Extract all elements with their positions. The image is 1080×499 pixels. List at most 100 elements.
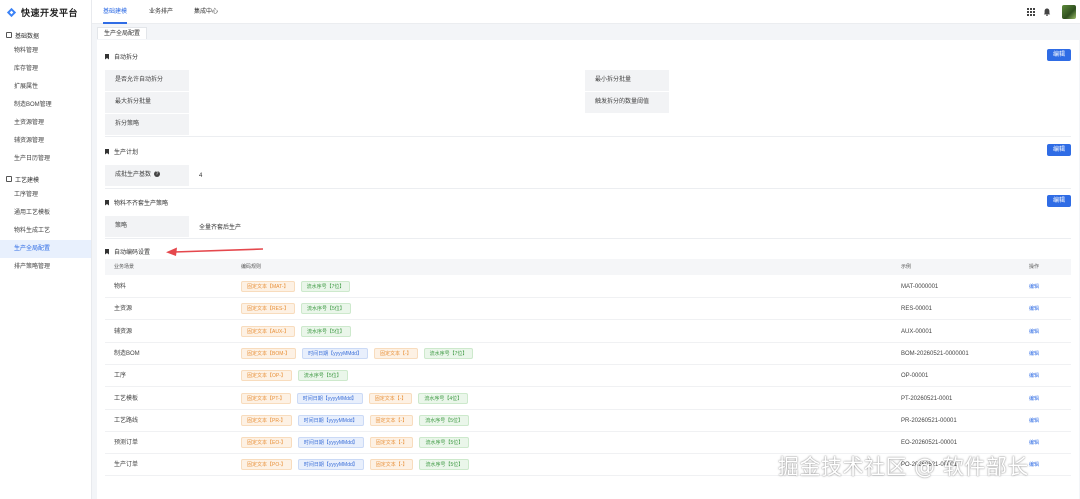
column-header-rule: 编码规则 bbox=[241, 264, 262, 270]
rule-tag: 固定文本【-】 bbox=[373, 347, 418, 359]
cell-example: OP-00001 bbox=[901, 373, 929, 380]
cell-rule-tags: 固定文本【PT-】 时间日期【yyyyMMdd】 固定文本【-】 流水序号【4位】 bbox=[241, 392, 474, 404]
column-header-example: 示例 bbox=[901, 264, 912, 270]
rule-tag: 流水序号【5位】 bbox=[297, 370, 348, 382]
cell-rule-tags: 固定文本【RES-】 流水序号【5位】 bbox=[241, 303, 357, 315]
sidebar-item[interactable]: 生产日历管理 bbox=[0, 150, 91, 168]
top-tab-scheduling[interactable]: 业务排产 bbox=[149, 0, 173, 24]
desc-row-strategy: 拆分策略 bbox=[105, 114, 189, 135]
row-edit-link[interactable]: 编辑 bbox=[1029, 432, 1039, 454]
bookmark-icon bbox=[105, 53, 109, 60]
app-logo[interactable]: 快速开发平台 bbox=[0, 0, 91, 24]
desc-row-threshold: 触发拆分的数量阈值 bbox=[585, 92, 669, 113]
field-value-strategy: 全量齐套后生产 bbox=[199, 225, 242, 231]
sidebar-item[interactable]: 扩展属性 bbox=[0, 78, 91, 96]
apps-grid-icon[interactable] bbox=[1027, 8, 1035, 16]
desc-row-min-batch: 最小拆分批量 bbox=[585, 70, 669, 91]
row-edit-link[interactable]: 编辑 bbox=[1029, 388, 1039, 410]
sidebar-item[interactable]: 库存管理 bbox=[0, 60, 91, 78]
sidebar-item[interactable]: 通用工艺模板 bbox=[0, 204, 91, 222]
sidebar-item[interactable]: 主资源管理 bbox=[0, 114, 91, 132]
cell-scene: 生产订单 bbox=[114, 462, 139, 469]
sidebar-item[interactable]: 制造BOM管理 bbox=[0, 96, 91, 114]
column-header-scene: 业务场景 bbox=[114, 264, 135, 270]
desc-row-max-batch: 最大拆分批量 bbox=[105, 92, 189, 113]
sidebar-item[interactable]: 物料生成工艺 bbox=[0, 222, 91, 240]
sidebar-item[interactable]: 辅资源管理 bbox=[0, 132, 91, 150]
sidebar-nav: 基础数据 物料管理 库存管理 扩展属性 制造BOM管理 主资源管理 辅资源管理 生产日历管理工… bbox=[0, 28, 91, 276]
page-tab-global-config[interactable]: 生产全局配置 bbox=[97, 27, 148, 39]
edit-material-strategy-button[interactable]: 编辑 bbox=[1047, 195, 1071, 207]
annotation-arrow-icon bbox=[166, 247, 264, 256]
edit-production-plan-button[interactable]: 编辑 bbox=[1047, 144, 1071, 156]
rule-tag: 流水序号【5位】 bbox=[419, 414, 469, 426]
top-tab-integration[interactable]: 集成中心 bbox=[194, 0, 218, 24]
field-label-min-batch: 最小拆分批量 bbox=[585, 70, 669, 91]
table-row: 工序 固定文本【OP-】 流水序号【5位】 OP-00001 编辑 bbox=[105, 365, 1071, 388]
divider bbox=[105, 238, 1071, 239]
user-avatar[interactable] bbox=[1062, 5, 1076, 19]
sidebar-item[interactable]: 物料管理 bbox=[0, 42, 91, 60]
section-material-strategy-title: 物料不齐套生产策略 bbox=[105, 198, 168, 207]
cell-rule-tags: 固定文本【PR-】 时间日期【yyyyMMdd】 固定文本【-】 流水序号【5位】 bbox=[241, 414, 475, 426]
sidebar-item[interactable]: 生产全局配置 bbox=[0, 240, 91, 258]
cell-scene: 物料 bbox=[114, 284, 127, 290]
cell-scene: 工序 bbox=[114, 373, 127, 380]
rule-tag: 流水序号【5位】 bbox=[419, 437, 470, 449]
rule-tag: 固定文本【PT-】 bbox=[241, 392, 291, 404]
sidebar-group-0[interactable]: 基础数据 bbox=[0, 28, 91, 42]
rule-tag: 固定文本【OP-】 bbox=[241, 370, 292, 382]
desc-row-batch-base: 成批生产基数? 4 bbox=[105, 165, 202, 186]
top-tab-modeling[interactable]: 基础建模 bbox=[103, 0, 128, 24]
divider bbox=[105, 136, 1071, 137]
section-auto-coding-title: 自动编码设置 bbox=[105, 247, 150, 256]
cell-rule-tags: 固定文本【EO-】 时间日期【yyyyMMdd】 固定文本【-】 流水序号【5位】 bbox=[241, 437, 475, 449]
cell-example: PR-20260521-00001 bbox=[901, 417, 957, 424]
sidebar-item[interactable]: 工序管理 bbox=[0, 186, 91, 204]
cell-rule-tags: 固定文本【BOM-】 时间日期【yyyyMMdd】 固定文本【-】 流水序号【7位】 bbox=[241, 347, 479, 359]
bell-icon[interactable] bbox=[1043, 8, 1051, 16]
row-edit-link[interactable]: 编辑 bbox=[1029, 321, 1039, 343]
section-production-plan-title: 生产计划 bbox=[105, 147, 138, 156]
rule-tag: 流水序号【4位】 bbox=[418, 392, 469, 404]
row-edit-link[interactable]: 编辑 bbox=[1029, 343, 1039, 365]
cell-rule-tags: 固定文本【AUX-】 流水序号【5位】 bbox=[241, 325, 357, 337]
table-row: 辅资源 固定文本【AUX-】 流水序号【5位】 AUX-00001 编辑 bbox=[105, 321, 1071, 343]
row-edit-link[interactable]: 编辑 bbox=[1029, 410, 1039, 432]
app-title: 快速开发平台 bbox=[21, 7, 79, 18]
edit-auto-split-button[interactable]: 编辑 bbox=[1047, 49, 1071, 61]
row-edit-link[interactable]: 编辑 bbox=[1029, 276, 1039, 298]
help-icon[interactable]: ? bbox=[154, 171, 161, 178]
bookmark-icon bbox=[105, 248, 109, 255]
sidebar-group-label: 基础数据 bbox=[15, 33, 40, 40]
cell-scene: 预测订单 bbox=[114, 440, 139, 447]
rule-tag: 流水序号【5位】 bbox=[300, 303, 351, 315]
row-edit-link[interactable]: 编辑 bbox=[1029, 365, 1039, 387]
folder-icon bbox=[6, 32, 12, 38]
table-row: 主资源 固定文本【RES-】 流水序号【5位】 RES-00001 编辑 bbox=[105, 298, 1071, 321]
bookmark-icon bbox=[105, 148, 109, 155]
cell-example: MAT-0000001 bbox=[901, 284, 939, 290]
field-label-batch-base: 成批生产基数? bbox=[105, 165, 189, 186]
rule-tag: 固定文本【PO-】 bbox=[241, 459, 292, 471]
table-row: 工艺路线 固定文本【PR-】 时间日期【yyyyMMdd】 固定文本【-】 流水序号【5… bbox=[105, 410, 1071, 432]
cell-example: PT-20260521-0001 bbox=[901, 395, 953, 402]
sidebar-group-1[interactable]: 工艺建模 bbox=[0, 172, 91, 186]
section-title-text: 物料不齐套生产策略 bbox=[114, 201, 169, 207]
bookmark-icon bbox=[105, 199, 109, 206]
sidebar-item[interactable]: 排产策略管理 bbox=[0, 258, 91, 276]
rule-tag: 固定文本【AUX-】 bbox=[241, 325, 295, 337]
section-title-text: 生产计划 bbox=[114, 150, 139, 156]
row-edit-link[interactable]: 编辑 bbox=[1029, 454, 1039, 476]
page-tab-bar: 生产全局配置 bbox=[92, 25, 1080, 39]
sidebar-group-label: 工艺建模 bbox=[15, 177, 40, 184]
row-edit-link[interactable]: 编辑 bbox=[1029, 298, 1039, 320]
desc-row-allow-split: 是否允许自动拆分 bbox=[105, 70, 189, 91]
top-bar: 基础建模 业务排产 集成中心 bbox=[92, 0, 1080, 24]
cell-rule-tags: 固定文本【MAT-】 流水序号【7位】 bbox=[241, 281, 356, 292]
rule-tag: 时间日期【yyyyMMdd】 bbox=[302, 347, 368, 359]
cell-example: RES-00001 bbox=[901, 306, 933, 313]
desc-row-material-strategy: 策略 全量齐套后生产 bbox=[105, 216, 241, 237]
field-label-text: 成批生产基数 bbox=[115, 172, 152, 178]
rule-tag: 固定文本【MAT-】 bbox=[241, 281, 295, 292]
